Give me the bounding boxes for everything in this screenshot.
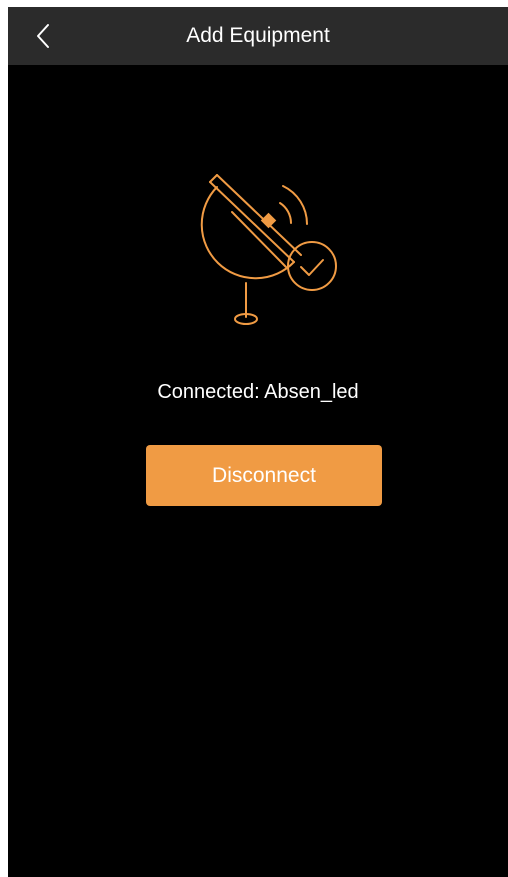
chevron-left-icon xyxy=(37,24,49,48)
page-title: Add Equipment xyxy=(186,24,330,47)
connection-status: Connected: Absen_led xyxy=(157,381,359,403)
back-button[interactable] xyxy=(26,19,60,53)
navigation-bar: Add Equipment xyxy=(8,7,508,65)
satellite-dish-connected-icon xyxy=(200,174,337,325)
disconnect-button[interactable]: Disconnect xyxy=(146,445,382,506)
app-screen: Add Equipment Connected: Absen_led Disco… xyxy=(8,7,508,877)
